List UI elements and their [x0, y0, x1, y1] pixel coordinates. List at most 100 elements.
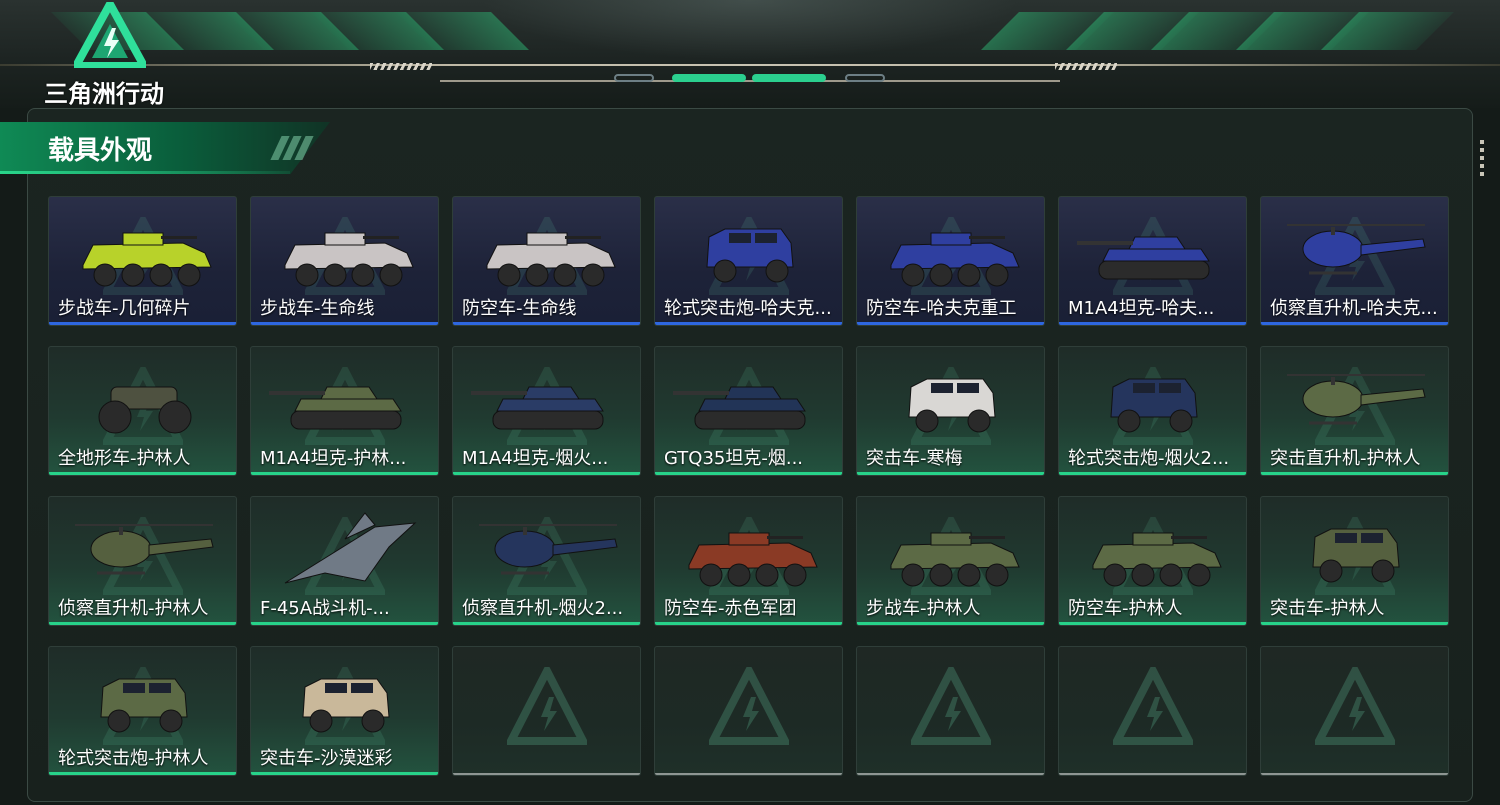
empty-skin-slot — [452, 646, 641, 776]
card-rarity-bar — [1261, 472, 1448, 475]
vehicle-skin-name: 侦察直升机-烟火2... — [462, 598, 624, 619]
vehicle-skin-name: 步战车-生命线 — [260, 298, 375, 319]
vehicle-skin-card[interactable]: 步战车-几何碎片 — [48, 196, 237, 326]
vehicle-skin-name: M1A4坦克-护林... — [260, 448, 407, 469]
card-rarity-bar — [1059, 622, 1246, 625]
vehicle-skin-name: F-45A战斗机-... — [260, 598, 390, 619]
vehicle-skin-card[interactable]: 轮式突击炮-烟火2... — [1058, 346, 1247, 476]
empty-skin-slot — [654, 646, 843, 776]
card-rarity-bar — [1261, 773, 1448, 775]
vehicle-skin-card[interactable]: 全地形车-护林人 — [48, 346, 237, 476]
delta-watermark-icon — [910, 667, 991, 745]
tank-icon — [269, 386, 402, 430]
card-rarity-bar — [857, 773, 1044, 775]
ifv-vehicle-icon — [1092, 532, 1222, 587]
header-glow — [480, 0, 1020, 60]
vehicle-skin-card[interactable]: 侦察直升机-哈夫克... — [1260, 196, 1449, 326]
vehicle-skin-name: 全地形车-护林人 — [58, 448, 191, 469]
vehicle-skin-name: 侦察直升机-护林人 — [58, 598, 209, 619]
armored-car-icon — [706, 228, 794, 283]
card-rarity-bar — [49, 622, 236, 625]
helicopter-icon — [479, 524, 618, 575]
armored-car-icon — [1110, 378, 1198, 433]
vehicle-skin-card[interactable]: 突击车-护林人 — [1260, 496, 1449, 626]
vehicle-skin-card[interactable]: 防空车-生命线 — [452, 196, 641, 326]
vehicle-skin-name: 防空车-护林人 — [1068, 598, 1183, 619]
card-rarity-bar — [655, 322, 842, 325]
top-header: 三角洲行动 — [0, 0, 1500, 108]
vehicle-skin-card[interactable]: GTQ35坦克-烟... — [654, 346, 843, 476]
card-rarity-bar — [857, 622, 1044, 625]
vehicle-skin-card[interactable]: 侦察直升机-护林人 — [48, 496, 237, 626]
vehicle-skin-card[interactable]: 步战车-生命线 — [250, 196, 439, 326]
ifv-vehicle-icon — [688, 532, 818, 587]
vehicle-skin-card[interactable]: 防空车-护林人 — [1058, 496, 1247, 626]
header-hatch — [370, 63, 432, 70]
vehicle-skin-name: 步战车-几何碎片 — [58, 298, 191, 319]
helicopter-icon — [1287, 374, 1426, 425]
card-rarity-bar — [655, 622, 842, 625]
card-rarity-bar — [857, 472, 1044, 475]
card-rarity-bar — [251, 772, 438, 775]
delta-triangle-logo-icon — [74, 2, 146, 68]
header-indicator — [845, 74, 885, 82]
card-rarity-bar — [251, 622, 438, 625]
vehicle-skin-card[interactable]: 防空车-哈夫克重工 — [856, 196, 1045, 326]
vehicle-skin-card[interactable]: M1A4坦克-护林... — [250, 346, 439, 476]
panel-title-underline — [0, 171, 290, 174]
vehicle-skin-card[interactable]: F-45A战斗机-... — [250, 496, 439, 626]
header-hatch — [1055, 63, 1117, 70]
game-logo: 三角洲行动 — [44, 2, 184, 108]
card-rarity-bar — [453, 773, 640, 775]
tank-icon — [1077, 236, 1210, 280]
card-rarity-bar — [49, 772, 236, 775]
vehicle-skin-name: 步战车-护林人 — [866, 598, 981, 619]
ifv-vehicle-icon — [284, 232, 414, 287]
delta-watermark-icon — [1112, 667, 1193, 745]
tank-icon — [471, 386, 604, 430]
atv-icon — [98, 386, 192, 434]
vehicle-skin-card[interactable]: M1A4坦克-哈夫... — [1058, 196, 1247, 326]
vehicle-skin-card[interactable]: M1A4坦克-烟火... — [452, 346, 641, 476]
logo-text: 三角洲行动 — [44, 80, 164, 108]
card-rarity-bar — [453, 622, 640, 625]
vehicle-skin-card[interactable]: 步战车-护林人 — [856, 496, 1045, 626]
vehicle-skin-name: 突击直升机-护林人 — [1270, 448, 1421, 469]
delta-watermark-icon — [708, 667, 789, 745]
vehicle-skin-card[interactable]: 突击车-寒梅 — [856, 346, 1045, 476]
armored-car-icon — [100, 678, 188, 733]
vehicle-skin-name: M1A4坦克-哈夫... — [1068, 298, 1215, 319]
vehicle-skin-name: 突击车-沙漠迷彩 — [260, 748, 393, 769]
card-rarity-bar — [49, 472, 236, 475]
card-rarity-bar — [1059, 322, 1246, 325]
vehicle-skin-name: 轮式突击炮-烟火2... — [1068, 448, 1230, 469]
jet-icon — [284, 512, 417, 584]
vehicle-skin-name: 轮式突击炮-护林人 — [58, 748, 209, 769]
card-rarity-bar — [1261, 622, 1448, 625]
vehicle-skin-card[interactable]: 防空车-赤色军团 — [654, 496, 843, 626]
vehicle-skin-card[interactable]: 轮式突击炮-哈夫克... — [654, 196, 843, 326]
vehicle-skin-name: 轮式突击炮-哈夫克... — [664, 298, 832, 319]
scroll-indicator[interactable] — [1480, 140, 1484, 180]
header-indicator-active — [672, 74, 746, 82]
vehicle-skin-name: 防空车-哈夫克重工 — [866, 298, 1017, 319]
tank-icon — [673, 386, 806, 430]
card-rarity-bar — [857, 322, 1044, 325]
card-rarity-bar — [1059, 773, 1246, 775]
ifv-vehicle-icon — [82, 232, 212, 287]
ifv-vehicle-icon — [486, 232, 616, 287]
vehicle-skin-name: M1A4坦克-烟火... — [462, 448, 609, 469]
card-rarity-bar — [1059, 472, 1246, 475]
ifv-vehicle-icon — [890, 532, 1020, 587]
vehicle-skin-card[interactable]: 侦察直升机-烟火2... — [452, 496, 641, 626]
header-indicator — [614, 74, 654, 82]
vehicle-skin-card[interactable]: 突击车-沙漠迷彩 — [250, 646, 439, 776]
vehicle-skin-card[interactable]: 轮式突击炮-护林人 — [48, 646, 237, 776]
vehicle-skin-name: 侦察直升机-哈夫克... — [1270, 298, 1438, 319]
ifv-vehicle-icon — [890, 232, 1020, 287]
vehicle-skin-card[interactable]: 突击直升机-护林人 — [1260, 346, 1449, 476]
vehicle-skin-name: 突击车-寒梅 — [866, 448, 963, 469]
helicopter-icon — [1287, 224, 1426, 275]
armored-car-icon — [1312, 528, 1400, 583]
delta-watermark-icon — [506, 667, 587, 745]
